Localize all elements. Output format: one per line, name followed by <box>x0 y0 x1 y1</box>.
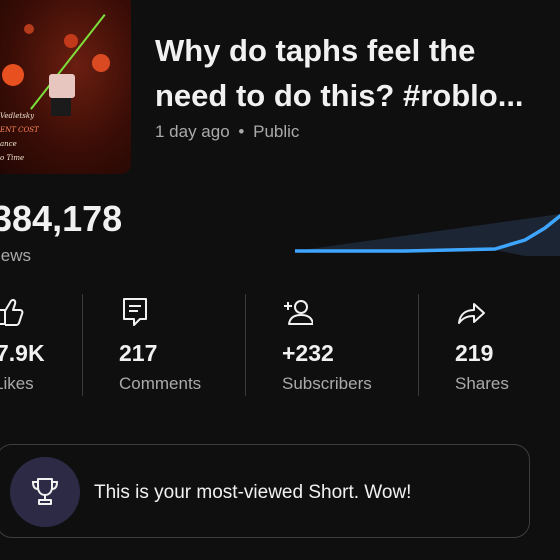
video-title[interactable]: Why do taphs feel the need to do this? #… <box>155 28 555 118</box>
most-viewed-banner: This is your most-viewed Short. Wow! <box>0 444 530 538</box>
thumbnail-figure-legs <box>51 98 71 116</box>
thumbnail-light <box>2 64 24 86</box>
subscribers-count: +232 <box>282 340 334 366</box>
thumbnail-caption: Vedletsky <box>0 112 35 120</box>
likes-count: 7.9K <box>0 340 45 366</box>
shares-label: Shares <box>455 374 509 393</box>
video-title-line-1: Why do taphs feel the <box>155 33 476 68</box>
add-person-icon <box>284 300 313 325</box>
meta-separator: • <box>238 122 245 141</box>
stat-comments[interactable]: 217 Comments <box>119 296 270 393</box>
comments-count: 217 <box>119 340 158 366</box>
video-visibility: Public <box>253 122 300 141</box>
video-age: 1 day ago <box>155 122 230 141</box>
comments-label: Comments <box>119 374 202 393</box>
thumbnail-light <box>64 34 78 48</box>
video-thumbnail[interactable]: Vedletsky ENT COST ance o Time <box>0 0 131 174</box>
thumbs-up-icon <box>0 299 24 326</box>
thumbnail-light <box>92 54 110 72</box>
share-icon <box>458 303 485 324</box>
stat-divider <box>418 294 419 396</box>
comment-icon <box>123 298 147 326</box>
stat-subscribers[interactable]: +232 Subscribers <box>282 296 433 393</box>
shares-count: 219 <box>455 340 494 366</box>
trophy-badge <box>10 457 80 527</box>
banner-message: This is your most-viewed Short. Wow! <box>94 482 412 503</box>
video-title-line-2: need to do this? #roblo... <box>155 78 524 113</box>
thumbnail-caption: ance <box>0 140 17 148</box>
subscribers-label: Subscribers <box>282 374 372 393</box>
likes-label: Likes <box>0 374 34 393</box>
trophy-icon <box>31 478 59 505</box>
video-meta: 1 day ago • Public <box>155 122 299 142</box>
stat-divider <box>245 294 246 396</box>
thumbnail-caption: ENT COST <box>0 126 39 134</box>
views-sparkline[interactable] <box>295 200 560 256</box>
stat-divider <box>82 294 83 396</box>
thumbnail-figure <box>49 74 75 98</box>
stat-shares[interactable]: 219 Shares <box>455 296 560 393</box>
views-count: 384,178 <box>0 198 123 239</box>
thumbnail-caption: o Time <box>0 154 25 162</box>
thumbnail-light <box>24 24 34 34</box>
views-label: Views <box>0 246 32 265</box>
